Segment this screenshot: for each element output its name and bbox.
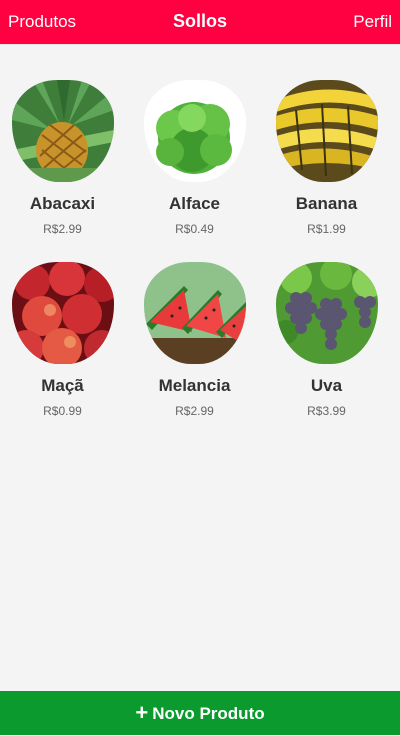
apple-image xyxy=(11,262,114,364)
plus-icon: + xyxy=(135,700,149,725)
product-card-melancia[interactable]: Melancia R$2.99 xyxy=(129,262,260,418)
product-name: Abacaxi xyxy=(29,194,96,213)
new-product-label: Novo Produto xyxy=(152,704,265,723)
product-price: R$1.99 xyxy=(307,222,346,236)
pineapple-image xyxy=(11,80,114,182)
product-card-uva[interactable]: Uva R$3.99 xyxy=(261,262,392,418)
product-name: Uva xyxy=(310,376,343,395)
perfil-nav-button[interactable]: Perfil xyxy=(353,12,392,32)
product-price: R$2.99 xyxy=(43,222,82,236)
product-card-banana[interactable]: Banana R$1.99 xyxy=(261,80,392,236)
product-name: Maçã xyxy=(41,376,84,395)
product-price: R$0.49 xyxy=(175,222,214,236)
product-name: Alface xyxy=(168,194,221,213)
product-price: R$3.99 xyxy=(307,404,346,418)
lettuce-image xyxy=(143,80,246,182)
product-price: R$0.99 xyxy=(43,404,82,418)
watermelon-image xyxy=(143,262,246,364)
product-card-abacaxi[interactable]: Abacaxi R$2.99 xyxy=(0,80,128,236)
grape-image xyxy=(275,262,378,364)
new-product-button[interactable]: + Novo Produto xyxy=(0,691,400,735)
top-navigation-bar: Produtos Sollos Perfil xyxy=(0,0,400,45)
product-card-maca[interactable]: Maçã R$0.99 xyxy=(0,262,128,418)
product-name: Banana xyxy=(295,194,358,213)
banana-image xyxy=(275,80,378,182)
page-title: Sollos xyxy=(172,11,227,31)
product-price: R$2.99 xyxy=(175,404,214,418)
product-name: Melancia xyxy=(158,376,231,395)
product-card-alface[interactable]: Alface R$0.49 xyxy=(129,80,260,236)
